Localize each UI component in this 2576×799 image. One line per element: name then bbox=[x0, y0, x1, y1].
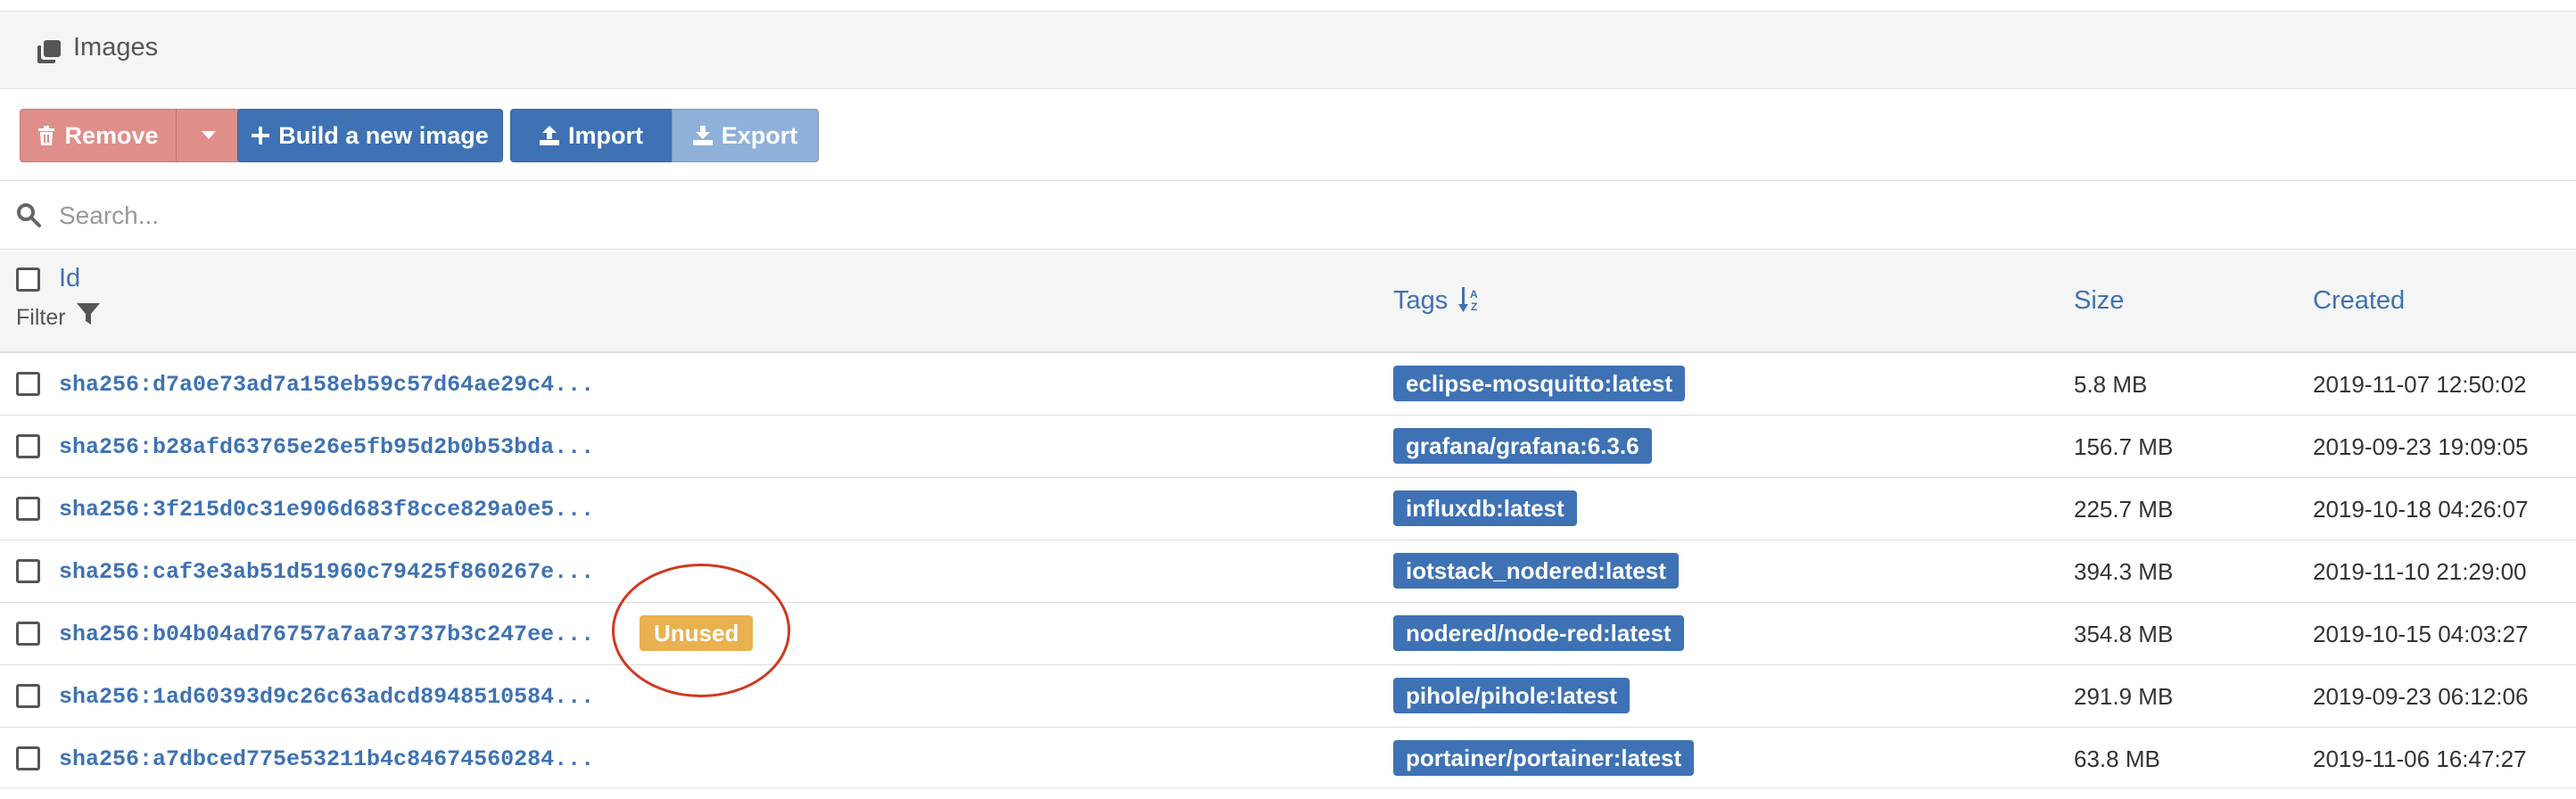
panel-title: Images bbox=[73, 33, 159, 62]
image-size: 291.9 MB bbox=[2074, 683, 2174, 710]
plus-icon bbox=[252, 127, 270, 144]
image-size: 225.7 MB bbox=[2074, 496, 2174, 523]
image-tag: influxdb:latest bbox=[1393, 490, 1577, 526]
search-icon bbox=[17, 203, 41, 227]
export-button-label: Export bbox=[721, 121, 798, 149]
svg-text:A: A bbox=[1470, 288, 1478, 301]
image-created: 2019-11-10 21:29:00 bbox=[2313, 558, 2527, 585]
image-size: 5.8 MB bbox=[2074, 371, 2148, 398]
image-created: 2019-11-07 12:50:02 bbox=[2313, 371, 2527, 398]
created-column-header[interactable]: Created bbox=[2313, 286, 2405, 316]
image-created: 2019-10-15 04:03:27 bbox=[2313, 621, 2529, 647]
image-created: 2019-11-06 16:47:27 bbox=[2313, 745, 2527, 772]
build-image-button-label: Build a new image bbox=[278, 121, 489, 149]
select-all-checkbox[interactable] bbox=[16, 268, 40, 292]
panel-header: Images bbox=[0, 11, 2576, 89]
table-row: sha256:3f215d0c31e906d683f8cce829a0e5...… bbox=[0, 478, 2576, 540]
import-button-label: Import bbox=[568, 121, 643, 149]
trash-icon bbox=[38, 126, 55, 145]
table-row: sha256:1ad60393d9c26c63adcd8948510584...… bbox=[0, 665, 2576, 728]
row-checkbox[interactable] bbox=[16, 559, 40, 583]
image-id-link[interactable]: sha256:b04b04ad76757a7aa73737b3c247ee... bbox=[59, 622, 594, 647]
image-size: 63.8 MB bbox=[2074, 745, 2160, 772]
row-checkbox[interactable] bbox=[16, 497, 40, 521]
image-id-link[interactable]: sha256:b28afd63765e26e5fb95d2b0b53bda... bbox=[59, 434, 594, 460]
image-size: 156.7 MB bbox=[2074, 433, 2174, 460]
table-row: sha256:caf3e3ab51d51960c79425f860267e...… bbox=[0, 540, 2576, 603]
search-input[interactable] bbox=[57, 194, 1131, 238]
upload-icon bbox=[540, 126, 559, 145]
remove-button[interactable]: Remove bbox=[20, 109, 177, 162]
row-checkbox[interactable] bbox=[16, 372, 40, 396]
image-created: 2019-10-18 04:26:07 bbox=[2313, 496, 2529, 523]
build-image-button[interactable]: Build a new image bbox=[237, 109, 503, 162]
id-column-header[interactable]: Id bbox=[59, 264, 80, 293]
filter-icon[interactable] bbox=[77, 303, 100, 326]
image-id-link[interactable]: sha256:caf3e3ab51d51960c79425f860267e... bbox=[59, 559, 594, 585]
image-id-link[interactable]: sha256:a7dbced775e53211b4c84674560284... bbox=[59, 746, 594, 772]
image-tag: portainer/portainer:latest bbox=[1393, 740, 1695, 776]
remove-options-dropdown[interactable] bbox=[176, 109, 242, 162]
export-button[interactable]: Export bbox=[672, 109, 819, 162]
search-bar bbox=[0, 180, 2576, 250]
table-row: sha256:b28afd63765e26e5fb95d2b0b53bda...… bbox=[0, 416, 2576, 478]
row-checkbox[interactable] bbox=[16, 746, 40, 770]
import-button[interactable]: Import bbox=[510, 109, 673, 162]
image-tag: iotstack_nodered:latest bbox=[1393, 553, 1679, 589]
annotation-circle bbox=[612, 564, 790, 697]
table-row: sha256:a7dbced775e53211b4c84674560284...… bbox=[0, 728, 2576, 790]
image-size: 394.3 MB bbox=[2074, 558, 2174, 585]
svg-text:Z: Z bbox=[1471, 301, 1477, 312]
image-created: 2019-09-23 06:12:06 bbox=[2313, 683, 2529, 710]
tags-column-header[interactable]: Tags A Z bbox=[1393, 286, 1482, 316]
table-header: Id Filter Tags A Z Size Created bbox=[0, 251, 2576, 353]
caret-down-icon bbox=[202, 131, 216, 139]
size-column-header[interactable]: Size bbox=[2074, 286, 2124, 316]
image-id-link[interactable]: sha256:3f215d0c31e906d683f8cce829a0e5... bbox=[59, 497, 594, 523]
clone-icon bbox=[37, 40, 61, 63]
image-created: 2019-09-23 19:09:05 bbox=[2313, 433, 2529, 460]
image-tag: nodered/node-red:latest bbox=[1393, 615, 1684, 651]
image-tag: grafana/grafana:6.3.6 bbox=[1393, 428, 1652, 464]
image-id-link[interactable]: sha256:d7a0e73ad7a158eb59c57d64ae29c4... bbox=[59, 372, 594, 398]
row-checkbox[interactable] bbox=[16, 434, 40, 458]
download-icon bbox=[692, 126, 713, 145]
tags-column-label: Tags bbox=[1393, 286, 1449, 315]
row-checkbox[interactable] bbox=[16, 684, 40, 708]
image-id-link[interactable]: sha256:1ad60393d9c26c63adcd8948510584... bbox=[59, 684, 594, 710]
row-checkbox[interactable] bbox=[16, 622, 40, 646]
image-size: 354.8 MB bbox=[2074, 621, 2174, 647]
remove-button-label: Remove bbox=[64, 121, 159, 149]
image-tag: pihole/pihole:latest bbox=[1393, 678, 1630, 713]
table-row: sha256:d7a0e73ad7a158eb59c57d64ae29c4...… bbox=[0, 353, 2576, 416]
image-tag: eclipse-mosquitto:latest bbox=[1393, 366, 1686, 401]
table-row: sha256:b04b04ad76757a7aa73737b3c247ee...… bbox=[0, 603, 2576, 665]
images-panel: Images Remove Build a new image Import E… bbox=[0, 0, 2576, 788]
filter-label: Filter bbox=[16, 305, 66, 330]
sort-alpha-icon: A Z bbox=[1458, 287, 1478, 313]
